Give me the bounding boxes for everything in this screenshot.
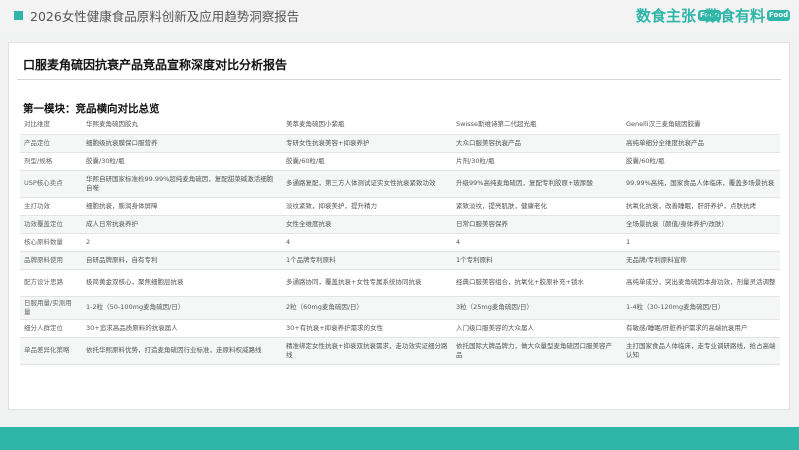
table-cell: 多通路复配，第三方人体测试证实女性抗衰紧致功效	[282, 170, 452, 198]
row-label: 剂型/规格	[20, 152, 82, 171]
table-cell: 高纯单成分，突出麦角硫因本身功效，剂量灵活调整	[622, 269, 780, 297]
table-row: 功效覆盖定位 成人日常抗衰养护 女性全维度抗衰 日常口服美容保养 全场景抗衰（颜值/身体…	[20, 215, 780, 234]
report-header-bar: 2026女性健康食品原料创新及应用趋势洞察报告 数食主张 Food 数食有料 F…	[0, 0, 799, 30]
row-label: 日服用量/实测用量	[20, 296, 82, 320]
table-cell: 精准绑定女性抗衰+抑衰双抗衰需求，走功效实证细分路线	[282, 337, 452, 365]
table-cell: 有敏感/睡眠/肝脏养护需求的高端抗衰用户	[622, 319, 780, 338]
table-cell: 极简黄金双核心，聚焦细胞层抗衰	[82, 269, 282, 297]
table-cell: 1-2粒（50-100mg麦角硫因/日）	[82, 296, 282, 320]
row-label: 核心原料数量	[20, 233, 82, 252]
table-cell: 女性全维度抗衰	[282, 215, 452, 234]
table-cell: Swisse斯维诗第二代超光瓶	[452, 116, 622, 135]
table-cell: 4	[452, 233, 622, 252]
table-cell: 1个专利原料	[452, 251, 622, 270]
table-row: 剂型/规格 胶囊/30粒/瓶 胶囊/60粒/瓶 片剂/30粒/瓶 胶囊/60粒/瓶	[20, 152, 780, 171]
table-cell: Genelli汉三麦角硫因胶囊	[622, 116, 780, 135]
table-row: 品牌原料使用 自研品牌原料，自有专利 1个品牌专利原料 1个专利原料 无品牌/专利原料宣…	[20, 251, 780, 270]
table-cell: 高纯单细分全维度抗衰产品	[622, 134, 780, 153]
table-row: 细分人群定位 30+追求高品质原料的抗衰届人 30+有抗衰+抑衰养护需求的女性 入门级…	[20, 319, 780, 338]
brand-name: 数食有料	[705, 6, 766, 25]
table-cell: 华熙自研国家标准检99.99%超纯麦角硫因，复配甜菜碱激活细胞自噬	[82, 170, 282, 198]
row-label: USP核心卖点	[20, 170, 82, 198]
table-cell: 多通路协同，覆盖抗衰+女性专属系统协同抗衰	[282, 269, 452, 297]
table-row: 产品定位 细胞级抗衰膜保口服营养 专研女性抗衰美容+抑衰养护 大众口服美容抗衰产品 高纯…	[20, 134, 780, 153]
report-card: 口服麦角硫因抗衰产品竞品宣称深度对比分析报告 第一模块：竞品横向对比总览 对比维…	[8, 42, 790, 410]
row-label: 配方设计思路	[20, 269, 82, 297]
table-row: 日服用量/实测用量 1-2粒（50-100mg麦角硫因/日） 2粒（60mg麦角硫因…	[20, 296, 780, 320]
row-label: 主打功效	[20, 197, 82, 216]
header-square-icon	[14, 11, 23, 20]
row-label: 细分人群定位	[20, 319, 82, 338]
card-title: 口服麦角硫因抗衰产品竞品宣称深度对比分析报告	[23, 58, 288, 72]
table-row: 单品差异化策略 依托华熙原料优势，打造麦角硫因行业标准，走原料权威路线 精准绑定女性…	[20, 337, 780, 365]
table-cell: 成人日常抗衰养护	[82, 215, 282, 234]
table-cell: 美萃麦角硫因小紫瓶	[282, 116, 452, 135]
brand-tag: Food	[767, 9, 791, 21]
table-cell: 依托国际大牌品牌力，做大众量型麦角硫因口服美容产品	[452, 337, 622, 365]
row-label: 功效覆盖定位	[20, 215, 82, 234]
table-cell: 片剂/30粒/瓶	[452, 152, 622, 171]
table-cell: 无品牌/专利原料宣称	[622, 251, 780, 270]
table-cell: 1	[622, 233, 780, 252]
table-cell: 2	[82, 233, 282, 252]
table-row: 对比维度 华熙麦角硫因胶丸 美萃麦角硫因小紫瓶 Swisse斯维诗第二代超光瓶 Gene…	[20, 116, 780, 135]
table-cell: 3粒（25mg麦角硫因/日）	[452, 296, 622, 320]
table-cell: 30+有抗衰+抑衰养护需求的女性	[282, 319, 452, 338]
report-title: 2026女性健康食品原料创新及应用趋势洞察报告	[30, 9, 300, 24]
table-cell: 依托华熙原料优势，打造麦角硫因行业标准，走原料权威路线	[82, 337, 282, 365]
table-cell: 自研品牌原料，自有专利	[82, 251, 282, 270]
brand-logo-shuyouliao: 数食有料 Food	[705, 5, 791, 25]
table-cell: 主打国家食品人体临床，走专业调研路线，抢占高端认知	[622, 337, 780, 365]
table-cell: 胶囊/60粒/瓶	[622, 152, 780, 171]
row-label: 产品定位	[20, 134, 82, 153]
table-cell: 入门级口服美容的大众届人	[452, 319, 622, 338]
row-label: 单品差异化策略	[20, 337, 82, 365]
table-cell: 细胞抗衰，膨润身体屏障	[82, 197, 282, 216]
table-cell: 华熙麦角硫因胶丸	[82, 116, 282, 135]
row-label: 对比维度	[20, 116, 82, 135]
table-cell: 2粒（60mg麦角硫因/日）	[282, 296, 452, 320]
table-cell: 大众口服美容抗衰产品	[452, 134, 622, 153]
table-cell: 4	[282, 233, 452, 252]
section-title: 第一模块：竞品横向对比总览	[23, 103, 160, 115]
table-cell: 细胞级抗衰膜保口服营养	[82, 134, 282, 153]
table-cell: 1个品牌专利原料	[282, 251, 452, 270]
table-cell: 紧致淡纹，提亮肌肤，健康老化	[452, 197, 622, 216]
table-cell: 抗氧化抗衰，改善睡眠，肝肝养护，点肤抗烤	[622, 197, 780, 216]
comparison-table: 对比维度 华熙麦角硫因胶丸 美萃麦角硫因小紫瓶 Swisse斯维诗第二代超光瓶 Gene…	[20, 116, 780, 365]
footer-band	[0, 427, 799, 450]
table-cell: 全场景抗衰（颜值/身体养护/改肤）	[622, 215, 780, 234]
brand-name: 数食主张	[636, 6, 697, 25]
row-label: 品牌原料使用	[20, 251, 82, 270]
table-cell: 1-4粒（30-120mg麦角硫因/日）	[622, 296, 780, 320]
table-row: USP核心卖点 华熙自研国家标准检99.99%超纯麦角硫因，复配甜菜碱激活细胞自噬…	[20, 170, 780, 198]
table-row: 核心原料数量 2 4 4 1	[20, 233, 780, 252]
table-cell: 日常口服美容保养	[452, 215, 622, 234]
table-cell: 升级99%高纯麦角硫因，复配专利胶原+玻尿酸	[452, 170, 622, 198]
table-cell: 淡纹紧致，抑衰美护，提升精力	[282, 197, 452, 216]
table-cell: 30+追求高品质原料的抗衰届人	[82, 319, 282, 338]
table-cell: 99.99%高纯，国家食品人体临床，覆盖多场景抗衰	[622, 170, 780, 198]
table-cell: 经典口服美容组合，抗氧化+胶原补充+锁水	[452, 269, 622, 297]
table-cell: 胶囊/30粒/瓶	[82, 152, 282, 171]
table-row: 主打功效 细胞抗衰，膨润身体屏障 淡纹紧致，抑衰美护，提升精力 紧致淡纹，提亮肌肤，健…	[20, 197, 780, 216]
title-divider	[17, 79, 781, 80]
table-cell: 胶囊/60粒/瓶	[282, 152, 452, 171]
table-row: 配方设计思路 极简黄金双核心，聚焦细胞层抗衰 多通路协同，覆盖抗衰+女性专属系统协同…	[20, 269, 780, 297]
table-cell: 专研女性抗衰美容+抑衰养护	[282, 134, 452, 153]
